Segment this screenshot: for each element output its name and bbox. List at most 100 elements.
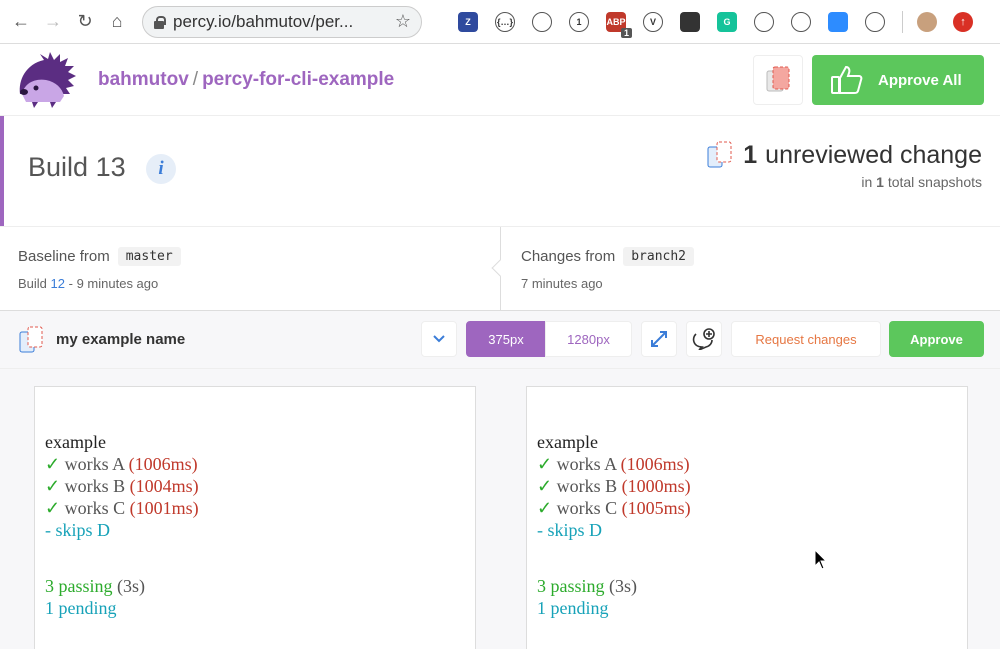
forward-arrow-icon[interactable]: → [42,11,64,33]
extension-icons: Z {…} 1 ABP 1 V G [458,11,902,38]
baseline-branch: master [117,247,181,266]
test-row: ✓ works B (1000ms) [537,475,691,497]
total-count: 1 [876,174,884,190]
fox-icon[interactable] [791,11,811,32]
test-duration: (1001ms) [129,498,199,518]
zotero-icon[interactable]: Z [458,11,478,32]
test-row: ✓ works C (1005ms) [537,497,691,519]
comment-button[interactable] [686,321,722,357]
update-arrow-icon[interactable]: ↑ [953,11,973,32]
info-icon[interactable]: i [146,154,176,184]
changes-label: Changes from [521,248,616,265]
duration: (3s) [117,576,145,596]
baseline-label: Baseline from [18,248,110,265]
checkmark-icon: ✓ [537,454,557,474]
test-list: ✓ works A (1006ms) ✓ works B (1004ms) ✓ wo… [45,453,199,519]
baseline-build-link[interactable]: 12 [51,276,65,291]
new-screenshot[interactable]: example ✓ works A (1006ms) ✓ works B (100… [526,386,968,649]
page-icon[interactable] [532,11,552,32]
total-prefix: in [861,174,873,190]
approve-all-button[interactable]: Approve All [812,55,984,105]
test-duration: (1006ms) [620,454,690,474]
extension-label: {…} [496,16,513,27]
build-number: 13 [95,152,126,182]
test-duration: (1005ms) [621,498,691,518]
test-row: ✓ works C (1001ms) [45,497,199,519]
app-header: bahmutov / percy-for-cli-example Approve A… [0,44,1000,116]
ghostery-icon[interactable] [680,11,700,32]
back-arrow-icon[interactable]: ← [10,11,32,33]
suite-heading: example [45,432,106,452]
new-test-output: example ✓ works A (1006ms) ✓ works B (100… [537,431,691,619]
breadcrumb-separator: / [192,68,199,90]
page-title: Build 13 [28,152,126,183]
test-title: works C [556,498,618,518]
browser-toolbar: ← → ↻ ⌂ percy.io/bahmutov/per... ☆ Z {…} 1… [0,0,1000,44]
project-link[interactable]: percy-for-cli-example [202,69,394,90]
extension-badge: 1 [620,27,632,38]
bookmark-star-icon[interactable]: ☆ [395,11,411,32]
adblock-icon[interactable]: ABP 1 [606,11,632,38]
width-375-button[interactable]: 375px [466,321,546,357]
thumbs-up-icon [831,65,863,94]
width-1280-button[interactable]: 1280px [545,321,632,357]
test-duration: (1000ms) [621,476,691,496]
percy-hedgehog-logo[interactable] [14,50,80,110]
lock-icon [153,15,166,29]
test-title: works B [556,476,618,496]
extension-label: 1 [576,16,582,27]
fullscreen-button[interactable] [641,321,677,357]
test-title: works B [64,476,126,496]
pending-summary: 1 pending [537,598,609,618]
camera-icon[interactable] [865,11,885,32]
unreviewed-stack-icon [707,141,732,168]
extension-label: Z [465,16,471,27]
approve-button[interactable]: Approve [889,321,984,357]
json-viewer-icon[interactable]: {…} [495,11,515,32]
test-row: ✓ works A (1006ms) [537,453,691,475]
comment-add-icon [692,328,715,350]
chevron-down-icon [433,335,445,343]
grammarly-icon[interactable]: G [717,11,737,32]
vue-devtools-icon[interactable]: V [643,11,663,32]
toolbar-divider [902,10,903,33]
snapshot-name: my example name [56,331,186,348]
profile-avatar[interactable] [917,11,937,32]
collapse-button[interactable] [421,321,457,357]
snapshot-icon [19,326,43,353]
baseline-test-output: example ✓ works A (1006ms) ✓ works B (100… [45,431,199,619]
test-row: ✓ works B (1004ms) [45,475,199,497]
passing-summary: 3 passing (3s) [45,575,199,597]
baseline-time: - 9 minutes ago [68,276,159,291]
baseline-screenshot[interactable]: example ✓ works A (1006ms) ✓ works B (100… [34,386,476,649]
baseline-info: Baseline from master Build 12 - 9 minutes… [18,247,181,291]
passing-count: 3 passing [45,576,113,596]
feather-icon[interactable] [754,11,774,32]
extension-label: G [723,16,731,27]
checkmark-icon: ✓ [45,476,65,496]
reload-icon[interactable]: ↻ [74,11,96,33]
home-icon[interactable]: ⌂ [106,11,128,33]
unreviewed-count: 1 [743,140,758,169]
build-label: Build [28,152,89,182]
total-suffix: total snapshots [887,174,982,190]
breadcrumb: bahmutov / percy-for-cli-example [98,69,394,91]
url-text: percy.io/bahmutov/per... [173,11,354,31]
org-link[interactable]: bahmutov [98,69,189,90]
onepassword-icon[interactable]: 1 [569,11,589,32]
checkmark-icon: ✓ [537,498,557,518]
duration: (3s) [609,576,637,596]
test-list: ✓ works A (1006ms) ✓ works B (1000ms) ✓ wo… [537,453,691,519]
zoom-icon[interactable] [828,11,848,32]
review-toggle-button[interactable] [753,55,803,105]
comparison-info: Baseline from master Build 12 - 9 minutes… [0,226,1000,311]
snapshot-stack-icon [766,66,790,92]
address-bar[interactable]: percy.io/bahmutov/per... ☆ [142,5,422,38]
checkmark-icon: ✓ [45,498,65,518]
changes-time: 7 minutes ago [521,276,603,291]
unreviewed-label: unreviewed change [765,140,982,169]
request-changes-button[interactable]: Request changes [731,321,881,357]
approve-all-label: Approve All [878,71,962,89]
test-row: ✓ works A (1006ms) [45,453,199,475]
test-duration: (1006ms) [128,454,198,474]
